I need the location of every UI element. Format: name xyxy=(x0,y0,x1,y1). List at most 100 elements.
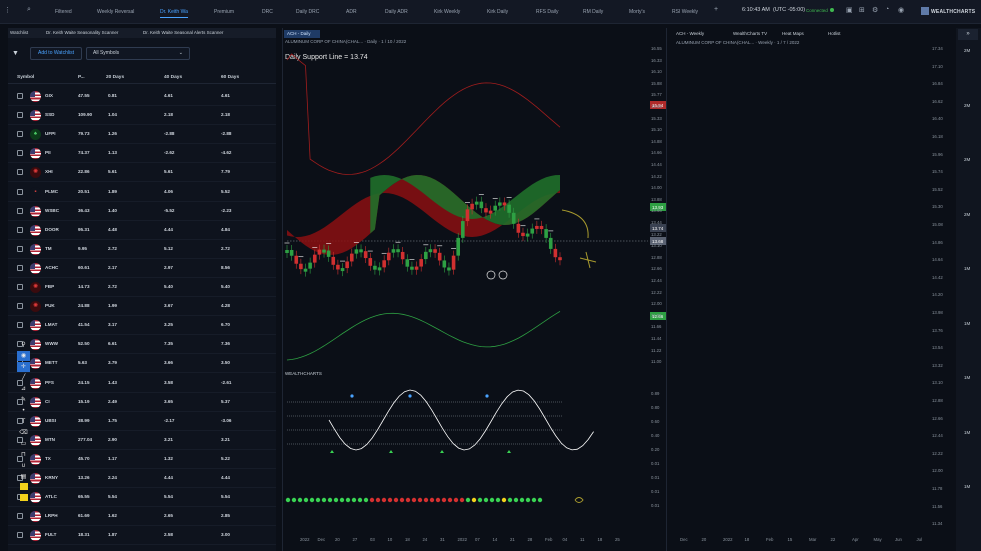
table-row[interactable]: FULT 18.31 1.87 2.58 3.00 xyxy=(8,526,276,546)
table-row[interactable]: MTN 277.04 2.90 3.21 3.21 xyxy=(8,431,276,450)
row-checkbox[interactable] xyxy=(17,322,23,329)
avatar-icon[interactable]: ◉ xyxy=(898,6,904,14)
app-menu-icon[interactable]: ⋮ xyxy=(4,6,11,14)
table-row[interactable]: TX 45.70 1.17 1.32 5.22 xyxy=(8,450,276,469)
table-row[interactable]: WWW 52.50 6.61 7.35 7.36 xyxy=(8,335,276,355)
tab-ach-weekly[interactable]: ACH - Weekly xyxy=(676,31,704,36)
table-row[interactable]: CI 15.19 2.49 3.65 5.37 xyxy=(8,393,276,412)
table-row[interactable]: ✺ XHI 22.86 5.61 5.61 7.79 xyxy=(8,163,276,183)
tab-kirk-daily[interactable]: Kirk Daily xyxy=(487,6,508,18)
row-checkbox[interactable] xyxy=(17,169,23,176)
table-row[interactable]: KRNY 13.26 2.24 4.44 4.44 xyxy=(8,469,276,488)
filter-icon[interactable]: ▼ xyxy=(12,50,19,57)
color-yellow-icon[interactable] xyxy=(17,494,30,504)
trash-icon[interactable]: ⌫ xyxy=(17,428,30,438)
text-icon[interactable]: T xyxy=(17,417,30,427)
cell-symbol: METT xyxy=(45,360,58,366)
row-checkbox[interactable] xyxy=(17,513,23,520)
table-row[interactable]: GIX 47.55 0.81 4.61 4.61 xyxy=(8,87,276,106)
tab-mortys[interactable]: Morty's xyxy=(629,6,645,18)
row-checkbox[interactable] xyxy=(17,207,23,214)
table-row[interactable]: LRPH 61.69 1.62 2.65 2.85 xyxy=(8,507,276,527)
add-tab-icon[interactable]: + xyxy=(714,6,718,13)
cell-d40: 3.25 xyxy=(164,322,173,328)
save-icon[interactable]: ▣ xyxy=(846,6,853,14)
company-logo-icon: ▪ xyxy=(30,186,41,198)
tab-heat-maps[interactable]: Heat Maps xyxy=(782,31,804,36)
scanner-tab-seasonality[interactable]: Dr. Keith Waite Seasonality Scanner xyxy=(46,30,118,35)
table-row[interactable]: PFS 24.15 1.43 3.58 -2.61 xyxy=(8,374,276,393)
tab-adr[interactable]: ADR xyxy=(346,6,357,18)
table-row[interactable]: LMAT 41.54 3.17 3.25 6.70 xyxy=(8,316,276,336)
timezone[interactable]: (UTC -05:00) xyxy=(773,7,805,13)
row-checkbox[interactable] xyxy=(17,284,23,290)
tab-rfs-daily[interactable]: RFS Daily xyxy=(536,6,559,18)
tab-hotlist[interactable]: Hotlist xyxy=(828,31,841,36)
col-60days[interactable]: 60 Days xyxy=(221,75,239,80)
collapse-panel-button[interactable]: » xyxy=(958,29,978,40)
table-row[interactable]: ♠ UFPI 79.73 1.26 -2.88 -2.88 xyxy=(8,125,276,145)
trendline-icon[interactable]: ╱ xyxy=(17,373,30,383)
table-row[interactable]: ATLC 65.55 5.54 5.54 5.54 xyxy=(8,488,276,508)
lock-icon[interactable]: ⊓ xyxy=(17,450,30,460)
row-checkbox[interactable] xyxy=(17,532,23,539)
table-row[interactable]: ✺ PUK 24.88 1.99 3.67 4.28 xyxy=(8,297,276,317)
tab-weekly-reversal[interactable]: Weekly Reversal xyxy=(97,6,134,18)
tab-filtered[interactable]: Filtered xyxy=(55,6,72,18)
search-icon[interactable]: ⌕ xyxy=(27,6,31,14)
col-20days[interactable]: 20 Days xyxy=(106,75,124,80)
row-checkbox[interactable] xyxy=(17,303,23,310)
magnet-icon[interactable]: ∪ xyxy=(17,461,30,471)
add-to-watchlist-button[interactable]: Add to Watchlist xyxy=(30,47,82,60)
col-symbol[interactable]: Symbol xyxy=(17,75,34,80)
table-row[interactable]: ▪ PLMC 20.51 1.89 4.06 5.52 xyxy=(8,183,276,202)
table-row[interactable]: METT 5.63 3.79 3.66 3.50 xyxy=(8,354,276,374)
table-row[interactable]: PII 74.37 1.13 -2.62 -4.62 xyxy=(8,144,276,164)
palette-icon[interactable]: ▤ xyxy=(17,472,30,482)
brush-icon[interactable]: ✎ xyxy=(17,395,30,405)
table-row[interactable]: TM 9.95 2.72 5.12 2.72 xyxy=(8,240,276,259)
tab-rm-daily[interactable]: RM Daily xyxy=(583,6,603,18)
watchlist-tab[interactable]: Watchlist xyxy=(10,30,28,35)
rectangle-icon[interactable]: ▭ xyxy=(17,439,30,449)
tab-daily-adr[interactable]: Daily ADR xyxy=(385,6,408,18)
tab-dr-keith[interactable]: Dr. Keith Wa xyxy=(160,6,188,18)
table-row[interactable]: WSBC 36.43 1.40 -5.52 -2.23 xyxy=(8,202,276,221)
crosshair-icon[interactable]: ✛ xyxy=(17,362,30,372)
row-checkbox[interactable] xyxy=(17,264,23,271)
symbols-select[interactable]: All Symbols ⌄ xyxy=(86,47,190,60)
tab-drc[interactable]: DRC xyxy=(262,6,273,18)
dot-icon[interactable]: • xyxy=(17,406,30,416)
tab-wealthcharts-tv[interactable]: WealthCharts TV xyxy=(733,31,767,36)
row-checkbox[interactable] xyxy=(17,93,23,99)
layout-icon[interactable]: ⊞ xyxy=(859,6,865,14)
price-axis-label: 16.10 xyxy=(651,69,662,75)
tab-premium[interactable]: Premium xyxy=(214,6,234,18)
scanner-tab-alerts[interactable]: Dr. Keith Waite Seasonal Alerts Scanner xyxy=(143,30,223,35)
pin-icon[interactable]: ⚲ xyxy=(17,340,30,350)
tab-kirk-weekly[interactable]: Kirk Weekly xyxy=(434,6,460,18)
row-checkbox[interactable] xyxy=(17,112,23,119)
cell-symbol: SSD xyxy=(45,112,55,118)
gear-icon[interactable]: ⚙ xyxy=(872,6,878,14)
eye-icon[interactable]: ◉ xyxy=(17,351,30,361)
row-checkbox[interactable] xyxy=(17,188,23,195)
tab-daily-drc[interactable]: Daily DRC xyxy=(296,6,319,18)
col-40days[interactable]: 40 Days xyxy=(164,75,182,80)
col-price[interactable]: P... xyxy=(78,75,85,80)
bell-icon[interactable]: ◔ xyxy=(885,6,889,13)
row-checkbox[interactable] xyxy=(17,226,23,233)
tab-rsi-weekly[interactable]: RSI Weekly xyxy=(672,6,698,18)
row-checkbox[interactable] xyxy=(17,150,23,157)
table-row[interactable]: ✺ FBP 14.73 2.72 5.40 5.40 xyxy=(8,278,276,297)
table-row[interactable]: ACHC 60.61 2.17 2.97 8.56 xyxy=(8,259,276,278)
table-row[interactable]: DOOR 95.31 4.48 4.44 4.84 xyxy=(8,221,276,240)
row-checkbox[interactable] xyxy=(17,131,23,138)
chart-tab-daily[interactable]: ACH - Daily xyxy=(284,30,320,38)
table-row[interactable]: SSD 109.90 1.04 2.18 2.18 xyxy=(8,106,276,126)
color-yellow-icon[interactable] xyxy=(17,483,30,493)
row-checkbox[interactable] xyxy=(17,245,23,252)
ruler-icon[interactable]: ⊿ xyxy=(17,384,30,394)
us-flag-icon xyxy=(30,262,41,274)
table-row[interactable]: UBSI 38.99 1.75 -2.17 -3.06 xyxy=(8,412,276,431)
